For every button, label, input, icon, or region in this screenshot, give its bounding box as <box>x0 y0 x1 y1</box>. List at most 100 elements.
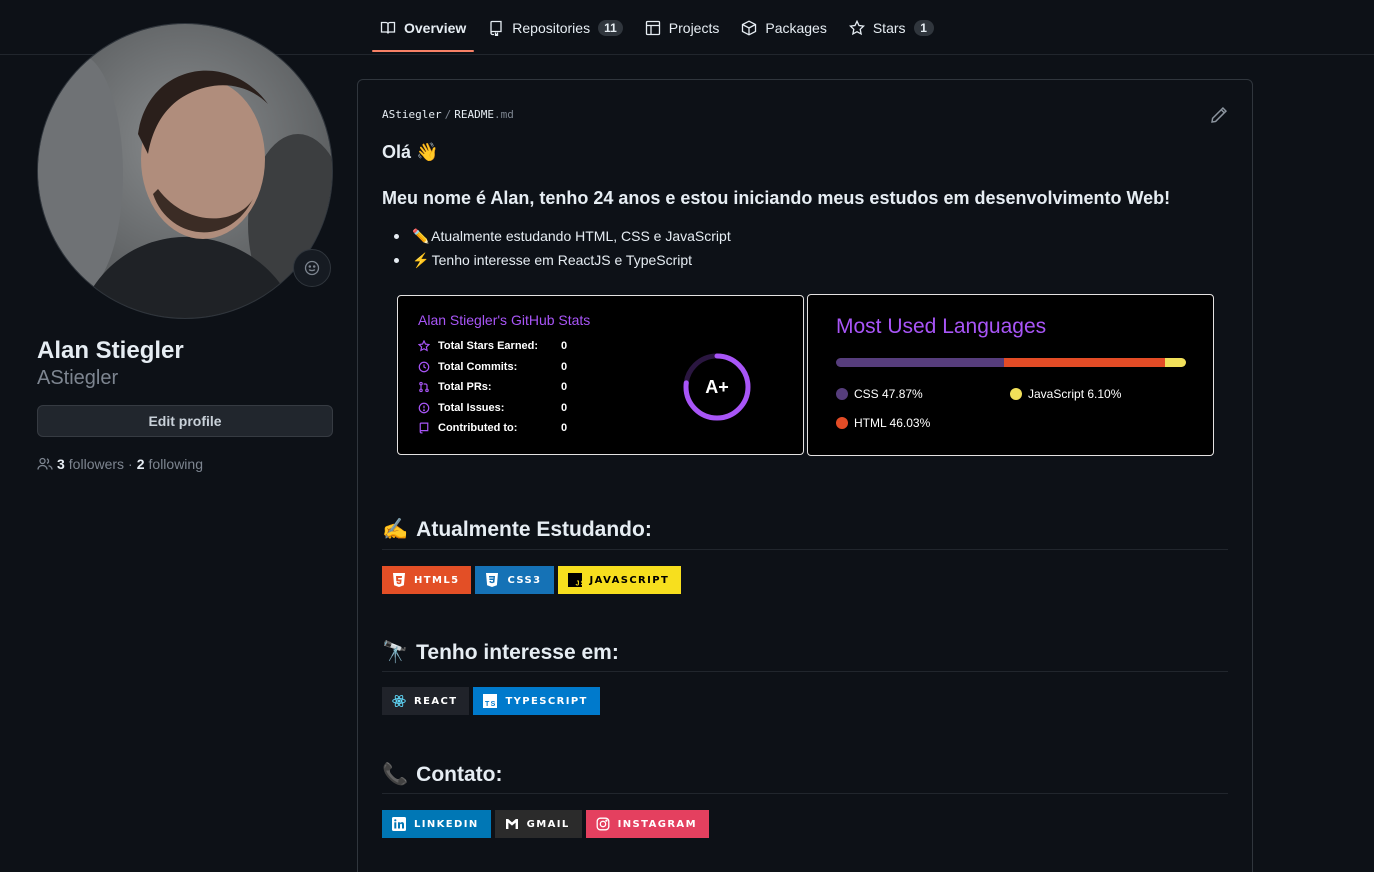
language-label: JavaScript 6.10% <box>1028 387 1122 401</box>
stat-label: Total PRs: <box>438 381 492 393</box>
lightning-emoji: ⚡ <box>412 252 430 268</box>
languages-card-title: Most Used Languages <box>836 315 1047 338</box>
stat-row-contributed: Contributed to: 0 <box>418 422 567 434</box>
followers-label: followers <box>68 456 125 472</box>
language-bar-segment-html <box>1003 358 1165 367</box>
language-label: HTML 46.03% <box>854 416 931 430</box>
repo-icon <box>490 20 502 36</box>
tab-repositories[interactable]: Repositories 11 <box>478 0 633 55</box>
instagram-icon <box>596 817 610 831</box>
stat-label: Total Commits: <box>438 361 518 373</box>
svg-text:JS: JS <box>575 581 582 588</box>
grade-text: A+ <box>705 377 729 397</box>
section-title: Contato: <box>416 763 503 786</box>
section-heading-contact: 📞 Contato: <box>382 763 502 787</box>
tab-stars[interactable]: Stars 1 <box>839 0 944 55</box>
readme-box: AStiegler / README.md Olá 👋 Meu nome é Ala… <box>357 79 1253 872</box>
language-bar-segment-javascript <box>1164 358 1186 367</box>
html5-badge[interactable]: HTML5 <box>382 566 472 594</box>
gmail-icon <box>505 817 519 831</box>
stat-row-commits: Total Commits: 0 <box>418 361 567 373</box>
readme-filename[interactable]: README <box>454 108 494 121</box>
stat-value: 0 <box>561 361 568 373</box>
javascript-badge[interactable]: JS JAVASCRIPT <box>557 566 682 594</box>
star-icon <box>418 340 430 352</box>
telescope-emoji: 🔭 <box>382 641 409 664</box>
list-item: ⚡ Tenho interesse em ReactJS e TypeScrip… <box>394 250 731 274</box>
telephone-emoji: 📞 <box>382 763 409 786</box>
language-bar-segment-css <box>836 358 1004 367</box>
badge-label: INSTAGRAM <box>617 818 697 830</box>
bullet-text: Atualmente estudando HTML, CSS e JavaScr… <box>431 228 731 244</box>
section-title: Tenho interesse em: <box>416 641 619 664</box>
profile-username: AStiegler <box>37 367 119 389</box>
section-divider <box>382 549 1228 550</box>
tab-label: Overview <box>404 19 467 36</box>
html-dot <box>836 417 848 429</box>
gmail-badge[interactable]: GMAIL <box>494 810 582 838</box>
following-count: 2 <box>136 456 145 472</box>
tab-label: Stars <box>872 19 906 36</box>
set-status-button[interactable] <box>293 249 331 287</box>
typescript-badge[interactable]: TS TYPESCRIPT <box>473 687 600 715</box>
linkedin-icon <box>392 817 406 831</box>
github-stats-card[interactable]: Alan Stiegler's GitHub Stats Total Stars… <box>397 295 804 455</box>
language-css: CSS 47.87% <box>836 387 923 401</box>
pencil-icon[interactable] <box>1210 106 1228 124</box>
language-label: CSS 47.87% <box>854 387 923 401</box>
javascript-icon: JS <box>567 573 582 588</box>
pull-request-icon <box>419 381 429 393</box>
interest-badges: REACT TS TYPESCRIPT <box>382 687 600 715</box>
tab-label: Repositories <box>512 19 591 36</box>
stat-row-issues: Total Issues: 0 <box>418 402 567 414</box>
tab-projects[interactable]: Projects <box>635 0 730 55</box>
issue-icon <box>418 402 430 414</box>
badge-label: CSS3 <box>507 574 542 586</box>
section-divider <box>382 671 1228 672</box>
readme-breadcrumb: AStiegler / README.md <box>382 108 514 121</box>
edit-profile-button[interactable]: Edit profile <box>37 405 333 437</box>
avatar[interactable] <box>37 23 333 319</box>
table-icon <box>645 20 660 35</box>
language-bar <box>836 358 1186 367</box>
css3-badge[interactable]: CSS3 <box>475 566 554 594</box>
breadcrumb-separator: / <box>444 108 452 121</box>
people-icon <box>37 457 53 470</box>
dot-separator: · <box>128 456 133 472</box>
bullet-text: Tenho interesse em ReactJS e TypeScript <box>431 252 693 268</box>
readme-extension: .md <box>493 108 514 121</box>
typescript-icon: TS <box>483 694 498 708</box>
followers-count: 3 <box>57 456 65 472</box>
badge-label: GMAIL <box>526 818 570 830</box>
html5-icon <box>392 573 406 587</box>
follow-stats: 3 followers · 2 following <box>37 456 203 472</box>
top-languages-card[interactable]: Most Used Languages CSS 47.87% JavaScrip… <box>807 294 1214 456</box>
writing-hand-emoji: ✍️ <box>382 518 409 541</box>
section-heading-interests: 🔭 Tenho interesse em: <box>382 641 619 665</box>
book-icon <box>380 21 396 34</box>
tab-overview[interactable]: Overview <box>370 0 476 55</box>
tab-packages[interactable]: Packages <box>731 0 836 55</box>
readme-owner[interactable]: AStiegler <box>382 108 442 121</box>
badge-label: LINKEDIN <box>414 818 479 830</box>
readme-intro: Meu nome é Alan, tenho 24 anos e estou i… <box>382 188 1171 208</box>
readme-greeting: Olá 👋 <box>382 142 439 162</box>
stat-row-prs: Total PRs: 0 <box>418 381 567 393</box>
instagram-badge[interactable]: INSTAGRAM <box>585 810 709 838</box>
smiley-icon <box>304 260 320 276</box>
badge-label: JAVASCRIPT <box>589 574 670 586</box>
language-html: HTML 46.03% <box>836 416 930 430</box>
repo-icon <box>419 422 429 434</box>
studying-badges: HTML5 CSS3 JS JAVASCRIPT <box>382 566 682 594</box>
section-title: Atualmente Estudando: <box>416 518 652 541</box>
stats-card-title: Alan Stiegler's GitHub Stats <box>418 312 591 328</box>
css-dot <box>836 388 848 400</box>
following-label: following <box>148 456 203 472</box>
following-link[interactable]: 2 following <box>137 456 203 472</box>
stat-label: Total Stars Earned: <box>438 340 539 352</box>
react-badge[interactable]: REACT <box>382 687 470 715</box>
stat-value: 0 <box>561 381 568 393</box>
language-javascript: JavaScript 6.10% <box>1010 387 1121 401</box>
followers-link[interactable]: 3 followers <box>57 456 124 472</box>
linkedin-badge[interactable]: LINKEDIN <box>382 810 491 838</box>
